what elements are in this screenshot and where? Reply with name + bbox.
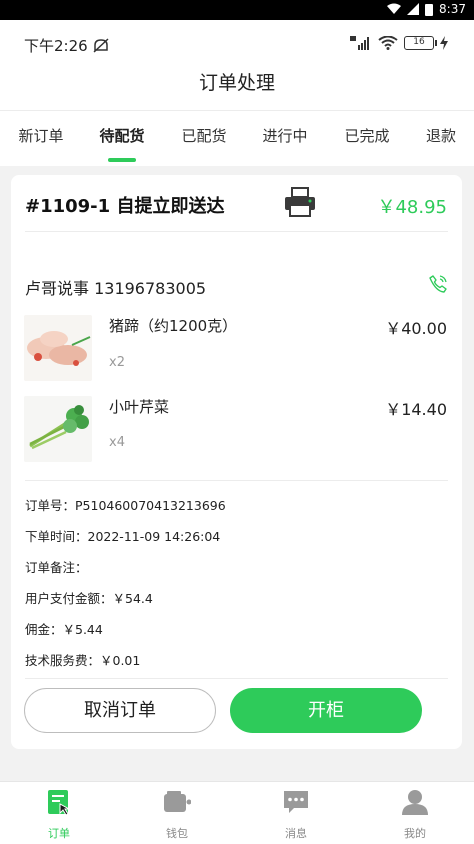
divider	[25, 231, 448, 232]
service-fee: 技术服务费：￥0.01	[25, 653, 141, 668]
customer-info: 卢哥说事 13196783005	[25, 279, 207, 298]
tab-pending-packing[interactable]: 待配货	[99, 125, 144, 146]
item-price: ￥14.40	[385, 400, 447, 419]
wifi-icon	[387, 3, 402, 14]
celery-image	[24, 396, 92, 462]
nav-label: 我的	[404, 827, 426, 840]
order-status-tabs: 新订单 待配货 已配货 进行中 已完成 退款	[0, 110, 474, 166]
order-title: #1109-1 自提立即送达	[25, 196, 225, 217]
phone-call-icon[interactable]	[429, 275, 447, 293]
wallet-icon	[164, 791, 192, 812]
status-time: 下午2:26	[24, 37, 88, 55]
nav-orders[interactable]: 订单	[19, 788, 99, 841]
tab-in-progress[interactable]: 进行中	[262, 125, 307, 146]
nav-label: 订单	[48, 827, 70, 840]
order-icon	[48, 790, 71, 816]
battery-indicator: 16	[404, 36, 437, 50]
active-tab-indicator	[108, 158, 136, 162]
cancel-order-button[interactable]: 取消订单	[24, 688, 216, 733]
pig-trotter-image	[24, 315, 92, 381]
commission: 佣金：￥5.44	[25, 622, 103, 637]
open-locker-button[interactable]: 开柜	[230, 688, 422, 733]
tab-completed[interactable]: 已完成	[344, 125, 389, 146]
nav-profile[interactable]: 我的	[375, 788, 455, 841]
cell-signal-icon	[350, 36, 369, 50]
page-title: 订单处理	[0, 68, 474, 110]
nav-messages[interactable]: 消息	[256, 788, 336, 841]
mute-icon	[93, 37, 109, 53]
tab-new-orders[interactable]: 新订单	[18, 125, 63, 146]
bottom-navigation: 订单 钱包 消息 我的	[0, 781, 474, 844]
item-price: ￥40.00	[385, 319, 447, 338]
item-name: 猪蹄（约1200克）	[109, 317, 238, 335]
nav-label: 钱包	[166, 827, 188, 840]
profile-icon	[402, 790, 428, 815]
signal-icon	[407, 3, 420, 15]
paid-amount: 用户支付金额：￥54.4	[25, 591, 153, 606]
item-name: 小叶芹菜	[109, 398, 170, 416]
printer-icon[interactable]	[284, 187, 316, 217]
app-status-bar: 下午2:26 16	[0, 20, 474, 68]
order-card: #1109-1 自提立即送达 ￥48.95 卢哥说事 13196783005 猪…	[11, 175, 462, 749]
tab-packed[interactable]: 已配货	[181, 125, 226, 146]
charging-icon	[440, 36, 448, 50]
nav-wallet[interactable]: 钱包	[137, 788, 217, 841]
divider	[25, 480, 448, 481]
nav-label: 消息	[285, 827, 307, 840]
tab-refund[interactable]: 退款	[426, 125, 456, 146]
order-time: 下单时间：2022-11-09 14:26:04	[25, 529, 221, 544]
item-quantity: x4	[109, 435, 125, 450]
order-number: 订单号：P510460070413213696	[25, 498, 226, 513]
divider	[25, 678, 448, 679]
item-quantity: x2	[109, 355, 125, 370]
battery-icon	[425, 3, 434, 16]
system-time: 8:37	[439, 2, 466, 16]
system-status-bar: 8:37	[0, 0, 474, 20]
order-remark: 订单备注：	[25, 560, 88, 575]
order-total: ￥48.95	[377, 197, 447, 218]
wifi-status-icon	[378, 36, 398, 50]
message-icon	[284, 791, 308, 813]
